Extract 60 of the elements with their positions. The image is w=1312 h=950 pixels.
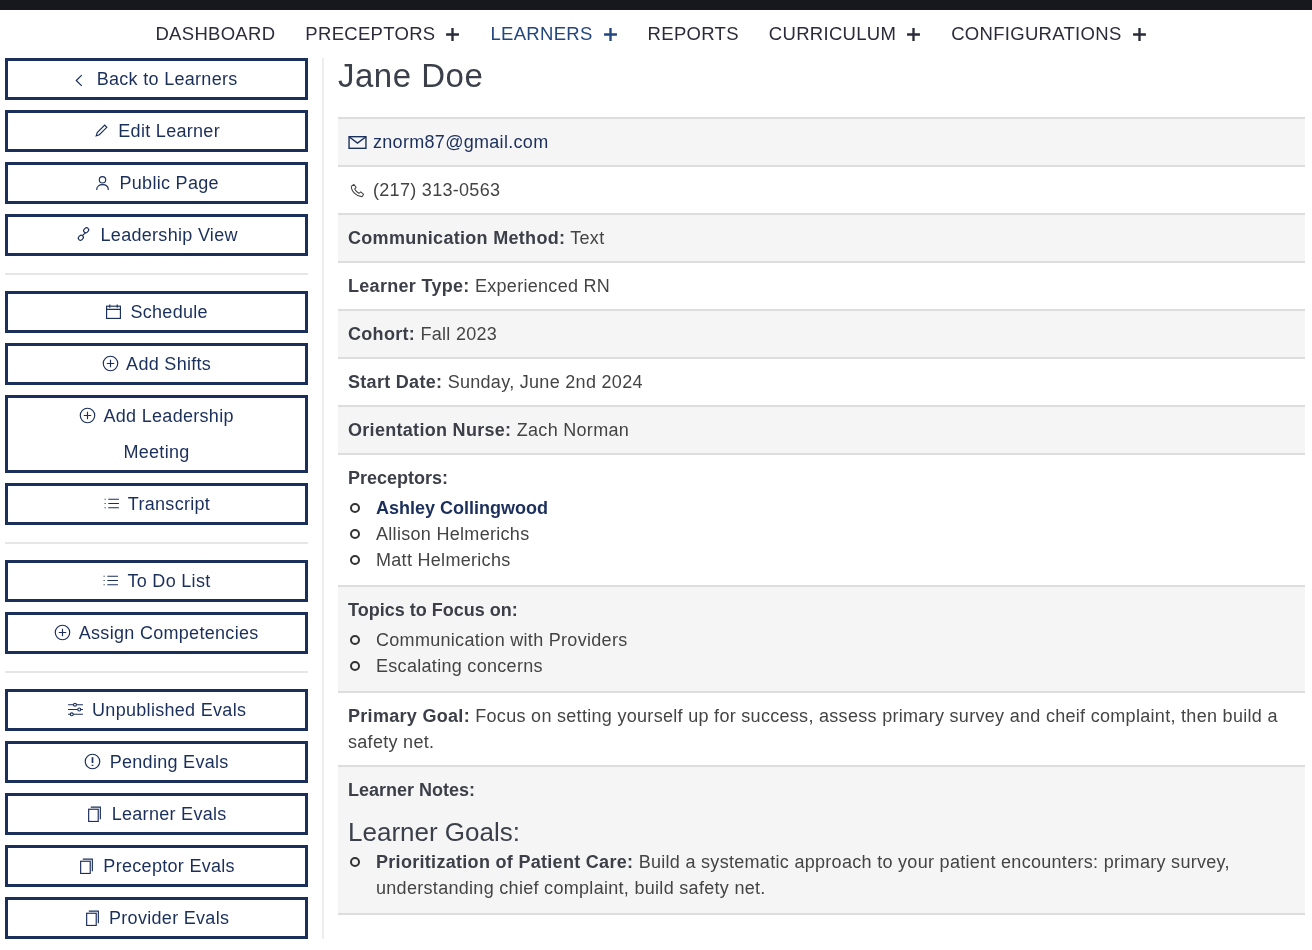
section-heading: Learner Goals: xyxy=(348,821,521,843)
field-text: Orientation Nurse: Zach Norman xyxy=(348,419,631,442)
list-item: Allison Helmerichs xyxy=(376,523,530,546)
copy-icon xyxy=(83,909,101,926)
nav-item[interactable]: REPORTS xyxy=(647,23,739,45)
copy-icon xyxy=(86,805,104,822)
field-label: Topics to Focus on: xyxy=(348,599,519,621)
nav-item[interactable]: CURRICULUM xyxy=(768,23,922,45)
sidebar-button[interactable]: Schedule xyxy=(5,291,308,333)
email-link[interactable]: znorm87@gmail.com xyxy=(373,131,549,153)
sidebar-button[interactable]: Public Page xyxy=(5,162,308,204)
plus-icon xyxy=(54,624,72,641)
sidebar-button[interactable]: Pending Evals xyxy=(5,741,308,783)
preceptor-link[interactable]: Ashley Collingwood xyxy=(376,495,548,521)
sidebar-button[interactable]: Transcript xyxy=(5,483,308,525)
person-icon xyxy=(94,174,112,191)
field-text: Learner Type: Experienced RN xyxy=(348,275,612,298)
sidebar-button[interactable]: Edit Learner xyxy=(5,110,308,152)
calendar-icon xyxy=(105,303,123,320)
nav-item[interactable]: DASHBOARD xyxy=(155,23,276,45)
sidebar-button[interactable]: Add Leadership Meeting xyxy=(5,395,308,473)
sidebar-button[interactable]: Leadership View xyxy=(5,214,308,256)
phone-number: (217) 313-0563 xyxy=(373,179,501,201)
field-text: Start Date: Sunday, June 2nd 2024 xyxy=(348,371,644,394)
nav-item[interactable]: LEARNERS xyxy=(490,23,618,45)
learner-name: Jane Doe xyxy=(338,58,485,96)
list-item: Escalating concerns xyxy=(376,655,543,678)
list-item: Matt Helmerichs xyxy=(376,549,511,572)
sidebar-button[interactable]: Back to Learners xyxy=(5,58,308,100)
edit-icon xyxy=(93,122,110,139)
phone-icon xyxy=(348,182,367,198)
alert-icon xyxy=(84,753,102,770)
nav-item[interactable]: PRECEPTORS xyxy=(305,23,461,45)
bullet-icon xyxy=(350,529,360,539)
copy-icon xyxy=(78,857,96,874)
sidebar-button[interactable]: To Do List xyxy=(5,560,308,602)
plus-icon xyxy=(101,355,119,372)
sliders-icon xyxy=(66,701,84,718)
list-item: Communication with Providers xyxy=(376,629,628,652)
field-label: Learner Notes: xyxy=(348,779,477,801)
sidebar-button[interactable]: Unpublished Evals xyxy=(5,689,308,731)
envelope-icon xyxy=(348,134,367,150)
sidebar-button[interactable]: Add Shifts xyxy=(5,343,308,385)
bullet-icon xyxy=(350,635,360,645)
back-icon xyxy=(75,74,84,87)
bullet-icon xyxy=(350,857,360,867)
bullet-icon xyxy=(350,661,360,671)
field-text: Cohort: Fall 2023 xyxy=(348,323,499,346)
bullet-icon xyxy=(350,503,360,513)
field-text: Communication Method: Text xyxy=(348,227,606,250)
plus-icon xyxy=(79,407,97,424)
field-label: Preceptors: xyxy=(348,467,450,489)
sidebar-button[interactable]: Provider Evals xyxy=(5,897,308,939)
goal-text: Prioritization of Patient Care: Build a systematic approach to your patient encounters: primary survey, understanding chief complaint, build safety net. xyxy=(376,851,1231,900)
sidebar-button[interactable]: Preceptor Evals xyxy=(5,845,308,887)
field-text: Primary Goal: Focus on setting yourself up for success, assess primary survey and cheif complaint, then build a safety net. xyxy=(348,705,1279,754)
sidebar-button[interactable]: Learner Evals xyxy=(5,793,308,835)
nav-item[interactable]: CONFIGURATIONS xyxy=(951,23,1147,45)
bullet-icon xyxy=(350,555,360,565)
sidebar-button[interactable]: Assign Competencies xyxy=(5,612,308,654)
